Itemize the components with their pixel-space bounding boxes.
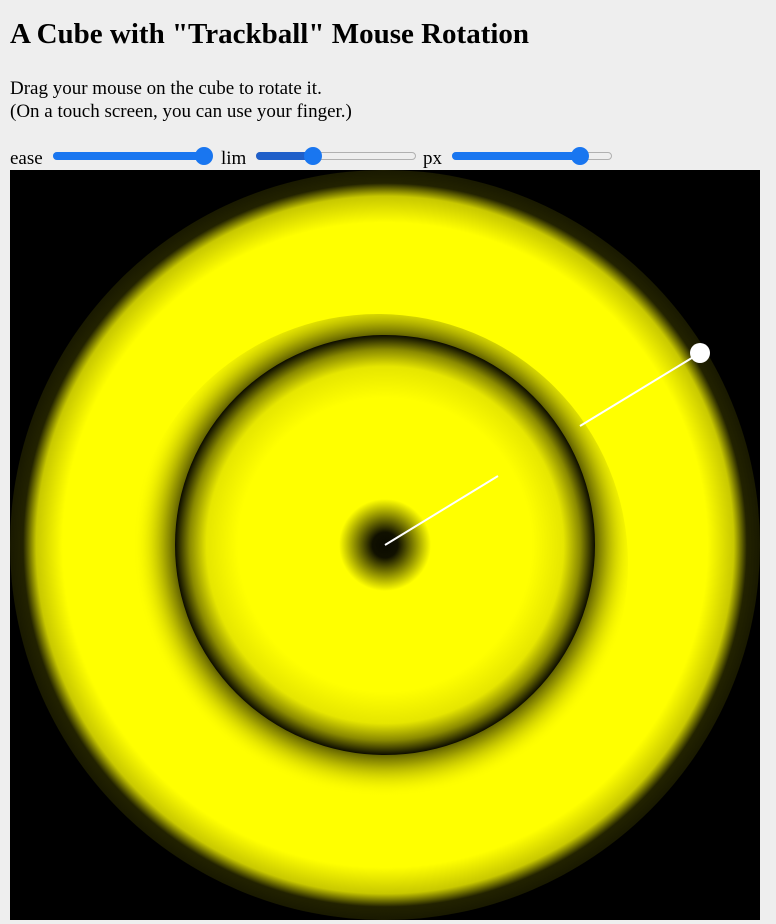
page-title: A Cube with "Trackball" Mouse Rotation (10, 18, 530, 50)
px-slider-thumb[interactable] (571, 147, 590, 165)
px-label: px (423, 148, 442, 169)
lim-label: lim (221, 148, 247, 169)
instructions: Drag your mouse on the cube to rotate it… (10, 77, 352, 123)
lim-slider-thumb[interactable] (304, 147, 323, 165)
drag-handle[interactable] (690, 343, 710, 363)
rotation-canvas[interactable] (10, 170, 760, 920)
px-slider-fill (452, 152, 581, 160)
instruction-line-1: Drag your mouse on the cube to rotate it… (10, 78, 322, 99)
instruction-line-2: (On a touch screen, you can use your fin… (10, 101, 352, 122)
ease-slider[interactable] (53, 146, 213, 168)
ease-label: ease (10, 148, 43, 169)
px-slider[interactable] (452, 146, 612, 168)
trackball-scene[interactable] (10, 170, 760, 920)
lim-slider[interactable] (256, 146, 416, 168)
ease-slider-thumb[interactable] (195, 147, 213, 165)
controls-bar: ease lim px (10, 143, 630, 171)
ease-slider-fill (53, 152, 204, 160)
